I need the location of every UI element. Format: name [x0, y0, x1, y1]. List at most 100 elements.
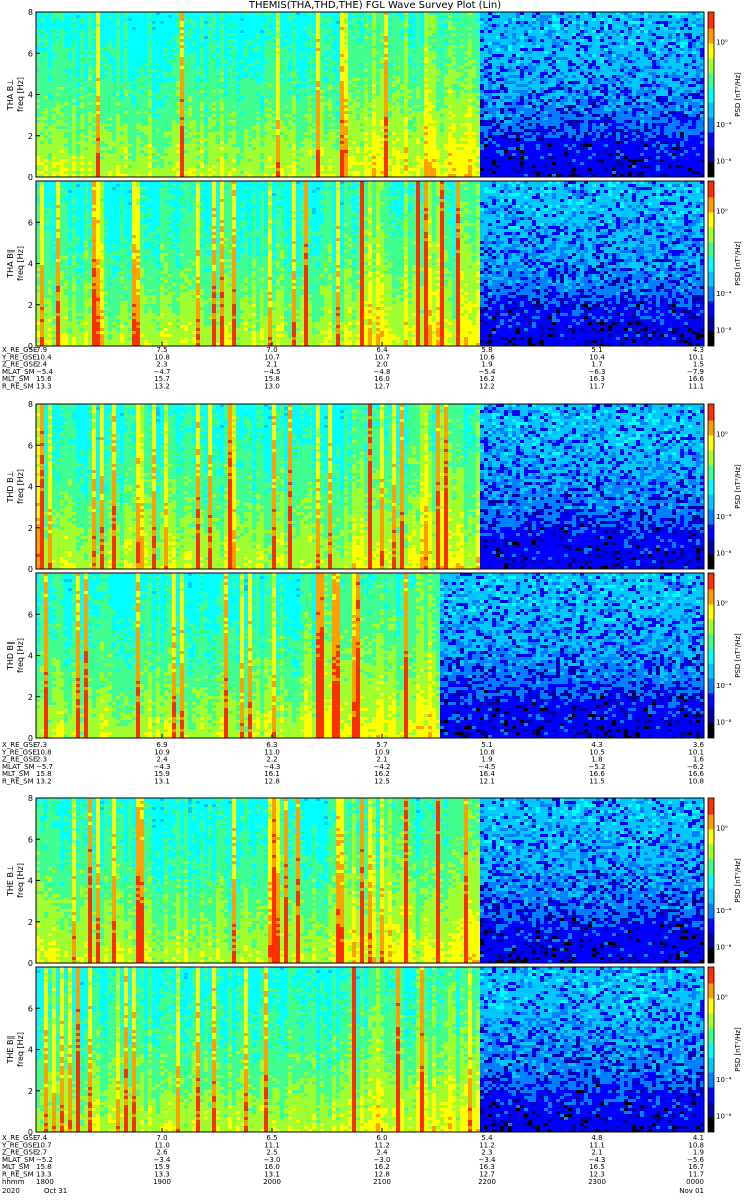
y-tick-label: 6	[28, 49, 33, 58]
time-tick-label: 2000	[263, 1178, 281, 1186]
colorbar-tick-label: 10⁰	[716, 431, 728, 439]
y-tick-label: 6	[28, 218, 33, 227]
time-tick-label: 1900	[153, 1178, 171, 1186]
ephemeris-value: 13.3	[36, 383, 52, 391]
colorbar-tick-label: 10⁰	[716, 208, 728, 216]
y-tick-label: 8	[28, 400, 33, 409]
ephemeris-value: 13.1	[154, 778, 170, 786]
y-tick-label: 0	[28, 565, 33, 574]
y-tick-label: 4	[28, 260, 33, 269]
y-tick-label: 6	[28, 1004, 33, 1013]
start-date-label: Oct 31	[44, 1187, 67, 1195]
panel-name: THA B∥	[6, 249, 15, 278]
year-label: 2020	[2, 1187, 20, 1195]
colorbar-tick-label: 10⁻⁸	[716, 719, 732, 727]
time-tick-label: 0000	[686, 1178, 704, 1186]
panel-name: THD B⊥	[6, 470, 15, 503]
colorbar-tick-label: 10⁻⁴	[716, 290, 732, 298]
panel-name: THE B⊥	[6, 865, 15, 897]
colorbar-tick-label: 10⁰	[716, 994, 728, 1002]
colorbar-unit-label: PSD [nT²/Hz]	[734, 72, 742, 117]
colorbar-tick-label: 10⁰	[716, 39, 728, 47]
colorbar-unit-label: PSD [nT²/Hz]	[734, 241, 742, 286]
spectrogram-image	[36, 967, 704, 1132]
colorbar-tick-label: 10⁻⁸	[716, 158, 732, 166]
y-axis-label: THE B⊥ freq [Hz]	[6, 863, 25, 898]
ephemeris-value: 11.1	[688, 383, 704, 391]
spectrogram-image	[36, 12, 704, 177]
y-axis-unit: freq [Hz]	[16, 863, 25, 898]
ephemeris-label: R_RE_SM	[2, 383, 34, 391]
colorbar-tick-label: 10⁰	[716, 825, 728, 833]
panel-name: THA B⊥	[6, 79, 15, 111]
y-tick-label: 2	[28, 301, 33, 310]
y-tick-label: 4	[28, 1046, 33, 1055]
ephemeris-value: 10.8	[688, 778, 704, 786]
colorbar-unit-label: PSD [nT²/Hz]	[734, 858, 742, 903]
colorbar-tick-label: 10⁻⁴	[716, 513, 732, 521]
y-tick-label: 2	[28, 1087, 33, 1096]
colorbar-unit: PSD [nT²/Hz]	[734, 72, 742, 117]
colorbar-tick-label: 10⁻⁸	[716, 1113, 732, 1121]
y-tick-label: 8	[28, 794, 33, 803]
colorbar-unit-label: PSD [nT²/Hz]	[734, 464, 742, 509]
y-tick-label: 2	[28, 918, 33, 927]
colorbar-tick-label: 10⁻⁸	[716, 550, 732, 558]
colorbar-unit: PSD [nT²/Hz]	[734, 1027, 742, 1072]
colorbar-tick-label: 10⁻⁴	[716, 682, 732, 690]
ephemeris-value: 12.8	[264, 778, 280, 786]
ephemeris-value: 12.7	[374, 383, 390, 391]
colorbar-tick-label: 10⁻⁴	[716, 1076, 732, 1084]
colorbar-unit-label: PSD [nT²/Hz]	[734, 633, 742, 678]
colorbar-tick-label: 10⁻⁴	[716, 121, 732, 129]
ephemeris-label: R_RE_SM	[2, 778, 34, 786]
colorbar-unit-label: PSD [nT²/Hz]	[734, 1027, 742, 1072]
spectrogram-image	[36, 404, 704, 569]
time-tick-label: 2300	[588, 1178, 606, 1186]
y-axis-label: THE B∥ freq [Hz]	[6, 1032, 25, 1067]
y-tick-label: 6	[28, 441, 33, 450]
colorbar-tick-label: 10⁻⁸	[716, 327, 732, 335]
colorbar	[708, 181, 714, 346]
y-axis-unit: freq [Hz]	[16, 638, 25, 673]
y-tick-label: 2	[28, 524, 33, 533]
time-tick-label: 2100	[373, 1178, 391, 1186]
time-axis-label: hhmm	[2, 1178, 25, 1186]
ephemeris-value: 13.2	[154, 383, 170, 391]
ephemeris-value: 11.5	[589, 778, 605, 786]
y-tick-label: 4	[28, 652, 33, 661]
colorbar	[708, 573, 714, 738]
y-axis-label: THD B∥ freq [Hz]	[6, 638, 25, 673]
colorbar-tick-label: 10⁻⁸	[716, 944, 732, 952]
ephemeris-value: 11.7	[589, 383, 605, 391]
y-tick-label: 4	[28, 483, 33, 492]
y-axis-unit: freq [Hz]	[16, 1032, 25, 1067]
colorbar	[708, 12, 714, 177]
colorbar-unit: PSD [nT²/Hz]	[734, 858, 742, 903]
time-tick-label: 1800	[36, 1178, 54, 1186]
ephemeris-value: 13.0	[264, 383, 280, 391]
colorbar-tick-label: 10⁻⁴	[716, 907, 732, 915]
y-axis-unit: freq [Hz]	[16, 469, 25, 504]
panel-name: THE B∥	[6, 1036, 15, 1065]
y-tick-label: 8	[28, 8, 33, 17]
end-date-label: Nov 01	[679, 1187, 704, 1195]
time-tick-label: 2200	[478, 1178, 496, 1186]
y-tick-label: 6	[28, 835, 33, 844]
y-tick-label: 2	[28, 132, 33, 141]
ephemeris-value: 12.1	[479, 778, 495, 786]
colorbar	[708, 798, 714, 963]
y-axis-unit: freq [Hz]	[16, 77, 25, 112]
y-axis-label: THA B⊥ freq [Hz]	[6, 77, 25, 112]
y-axis-label: THA B∥ freq [Hz]	[6, 246, 25, 281]
panel-name: THD B∥	[6, 641, 15, 671]
y-axis-unit: freq [Hz]	[16, 246, 25, 281]
spectrogram-image	[36, 573, 704, 738]
ephemeris-value: 12.2	[479, 383, 495, 391]
y-tick-label: 2	[28, 693, 33, 702]
ephemeris-value: 13.2	[36, 778, 52, 786]
colorbar	[708, 967, 714, 1132]
colorbar	[708, 404, 714, 569]
colorbar-unit: PSD [nT²/Hz]	[734, 241, 742, 286]
colorbar-tick-label: 10⁰	[716, 600, 728, 608]
